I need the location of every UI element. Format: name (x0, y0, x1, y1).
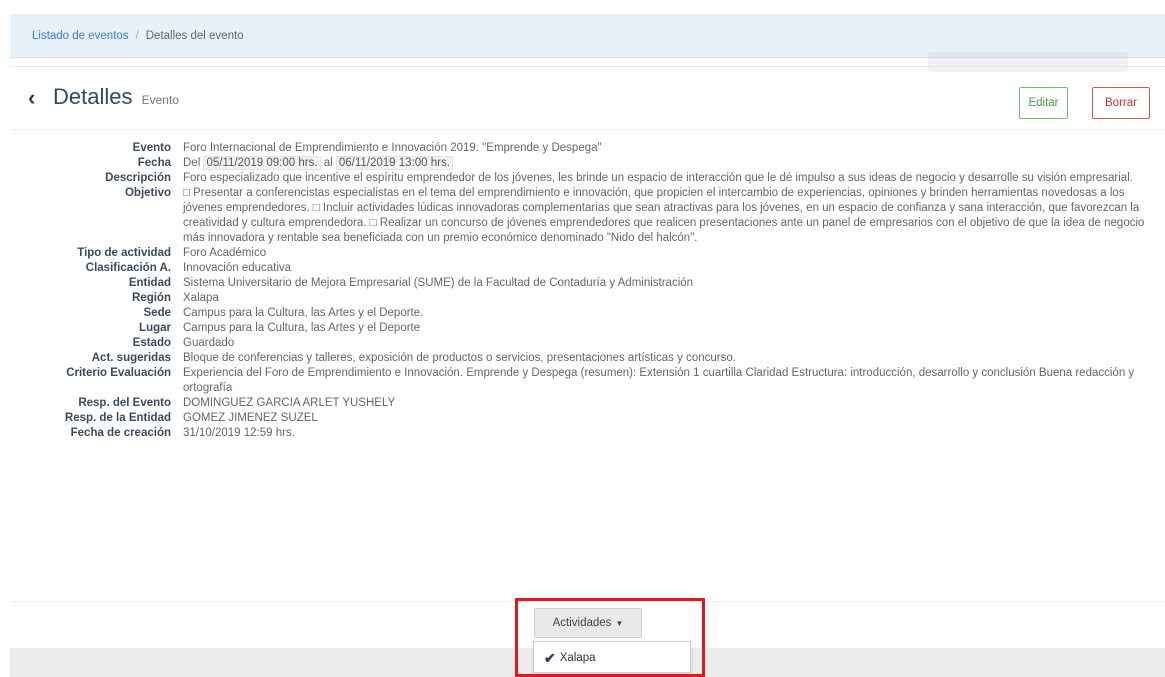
actividades-label: Actividades (552, 617, 612, 629)
chevron-left-icon[interactable]: ‹ (28, 87, 46, 109)
actividades-dropdown-button[interactable]: Actividades ▼ (534, 608, 642, 638)
detail-row-criterio: Criterio Evaluación Experiencia del Foro… (10, 366, 1165, 396)
detail-label: Resp. de la Entidad (64, 412, 171, 424)
date-prefix: Del (183, 157, 201, 169)
detail-label: Lugar (139, 322, 171, 334)
detail-row-descripcion: Descripción Foro especializado que incen… (10, 171, 1165, 186)
detail-row-region: Región Xalapa (10, 291, 1165, 306)
actividades-dropdown-menu: ✔ Xalapa (533, 641, 691, 673)
detail-label: Descripción (105, 172, 171, 184)
detail-label: Sede (143, 307, 172, 319)
detail-row-clasificacion: Clasificación A. Innovación educativa (10, 261, 1165, 276)
page-subtitle: Evento (141, 93, 179, 107)
detail-row-fecha-creacion: Fecha de creación 31/10/2019 12:59 hrs. (10, 426, 1165, 441)
detail-value: Campus para la Cultura, las Artes y el D… (183, 307, 424, 319)
breadcrumb-link-event-list[interactable]: Listado de eventos (32, 30, 129, 42)
detail-value: Experiencia del Foro de Emprendimiento e… (183, 367, 1135, 394)
detail-row-fecha: Fecha Del 05/11/2019 09:00 hrs. al 06/11… (10, 156, 1165, 171)
detail-label: Entidad (128, 277, 171, 289)
detail-value: Foro Académico (183, 247, 267, 259)
detail-label: Clasificación A. (85, 262, 171, 274)
detail-row-lugar: Lugar Campus para la Cultura, las Artes … (10, 321, 1165, 336)
dropdown-item-xalapa[interactable]: ✔ Xalapa (534, 644, 690, 672)
detail-row-objetivo: Objetivo □ Presentar a conferencistas es… (10, 186, 1165, 246)
detail-value: Xalapa (183, 292, 219, 304)
detail-label: Tipo de actividad (77, 247, 171, 259)
detail-label: Estado (132, 337, 171, 349)
detail-value: □ Presentar a conferencistas especialist… (183, 187, 1145, 244)
detail-label: Región (132, 292, 171, 304)
detail-label: Fecha (137, 157, 171, 169)
header-divider (10, 129, 1165, 130)
detail-value: Foro Internacional de Emprendimiento e I… (183, 142, 602, 154)
page-title: Detalles Evento (53, 84, 179, 113)
detail-value: 31/10/2019 12:59 hrs. (183, 427, 295, 439)
detail-value: Sistema Universitario de Mejora Empresar… (183, 277, 694, 289)
detail-row-resp-entidad: Resp. de la Entidad GOMEZ JIMENEZ SUZEL (10, 411, 1165, 426)
start-date: 05/11/2019 09:00 hrs. (203, 156, 321, 170)
caret-down-icon: ▼ (615, 618, 624, 628)
detail-row-act-sugeridas: Act. sugeridas Bloque de conferencias y … (10, 351, 1165, 366)
panel-header: ‹ Detalles Evento Editar Borrar (10, 67, 1165, 127)
check-icon: ✔ (544, 649, 556, 666)
date-middle: al (323, 157, 333, 169)
detail-row-sede: Sede Campus para la Cultura, las Artes y… (10, 306, 1165, 321)
detail-label: Fecha de creación (70, 427, 171, 439)
footer-divider (10, 601, 1165, 602)
detail-value: Del 05/11/2019 09:00 hrs. al 06/11/2019 … (183, 156, 1155, 171)
detail-row-entidad: Entidad Sistema Universitario de Mejora … (10, 276, 1165, 291)
details-list: Evento Foro Internacional de Emprendimie… (10, 141, 1165, 441)
detail-row-evento: Evento Foro Internacional de Emprendimie… (10, 141, 1165, 156)
detail-value: Innovación educativa (183, 262, 292, 274)
detail-value: Bloque de conferencias y talleres, expos… (183, 352, 736, 364)
detail-value: GOMEZ JIMENEZ SUZEL (183, 412, 318, 424)
detail-label: Resp. del Evento (78, 397, 171, 409)
detail-row-estado: Estado Guardado (10, 336, 1165, 351)
breadcrumb-separator: / (135, 29, 139, 42)
detail-row-tipo: Tipo de actividad Foro Académico (10, 246, 1165, 261)
end-date: 06/11/2019 13:00 hrs. (335, 156, 453, 170)
detail-row-resp-evento: Resp. del Evento DOMINGUEZ GARCIA ARLET … (10, 396, 1165, 411)
detail-label: Objetivo (124, 187, 171, 199)
page-title-text: Detalles (53, 84, 133, 109)
detail-value: Campus para la Cultura, las Artes y el D… (183, 322, 421, 334)
detail-value: DOMINGUEZ GARCIA ARLET YUSHELY (183, 397, 396, 409)
edit-button[interactable]: Editar (1019, 87, 1068, 119)
detail-value: Guardado (183, 337, 235, 349)
breadcrumb-current: Detalles del evento (145, 29, 244, 42)
event-details-panel: ‹ Detalles Evento Editar Borrar Evento F… (10, 66, 1165, 648)
delete-button[interactable]: Borrar (1092, 87, 1150, 119)
dropdown-item-label: Xalapa (559, 652, 596, 664)
detail-label: Evento (132, 142, 171, 154)
detail-value: Foro especializado que incentive el espí… (183, 172, 1133, 184)
detail-label: Criterio Evaluación (66, 367, 171, 379)
detail-label: Act. sugeridas (91, 352, 171, 364)
